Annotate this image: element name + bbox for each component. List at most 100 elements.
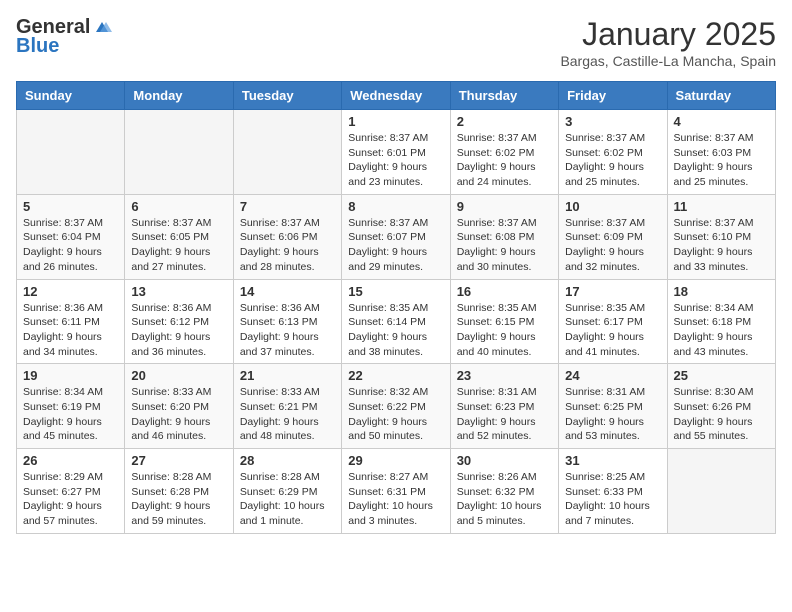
day-number: 11: [674, 199, 769, 214]
day-info: Sunrise: 8:28 AM Sunset: 6:29 PM Dayligh…: [240, 470, 335, 529]
day-cell: 8Sunrise: 8:37 AM Sunset: 6:07 PM Daylig…: [342, 194, 450, 279]
day-number: 16: [457, 284, 552, 299]
day-info: Sunrise: 8:37 AM Sunset: 6:05 PM Dayligh…: [131, 216, 226, 275]
day-number: 3: [565, 114, 660, 129]
day-info: Sunrise: 8:33 AM Sunset: 6:21 PM Dayligh…: [240, 385, 335, 444]
day-cell: [667, 449, 775, 534]
week-row-4: 19Sunrise: 8:34 AM Sunset: 6:19 PM Dayli…: [17, 364, 776, 449]
day-cell: [125, 110, 233, 195]
day-cell: 6 Sunrise: 8:37 AM Sunset: 6:05 PM Daylig…: [125, 194, 233, 279]
day-cell: 22Sunrise: 8:32 AM Sunset: 6:22 PM Dayli…: [342, 364, 450, 449]
weekday-header-thursday: Thursday: [450, 82, 558, 110]
day-info: Sunrise: 8:28 AM Sunset: 6:28 PM Dayligh…: [131, 470, 226, 529]
day-cell: [233, 110, 341, 195]
day-number: 18: [674, 284, 769, 299]
day-info: Sunrise: 8:35 AM Sunset: 6:17 PM Dayligh…: [565, 301, 660, 360]
day-cell: 14Sunrise: 8:36 AM Sunset: 6:13 PM Dayli…: [233, 279, 341, 364]
day-number: 20: [131, 368, 226, 383]
day-info: Sunrise: 8:27 AM Sunset: 6:31 PM Dayligh…: [348, 470, 443, 529]
day-number: 28: [240, 453, 335, 468]
day-number: 27: [131, 453, 226, 468]
day-number: 10: [565, 199, 660, 214]
day-cell: 29 Sunrise: 8:27 AM Sunset: 6:31 PM Dayli…: [342, 449, 450, 534]
day-cell: 17 Sunrise: 8:35 AM Sunset: 6:17 PM Dayli…: [559, 279, 667, 364]
page-header: General Blue January 2025 Bargas, Castil…: [16, 16, 776, 69]
day-number: 2: [457, 114, 552, 129]
day-number: 30: [457, 453, 552, 468]
day-cell: 7Sunrise: 8:37 AM Sunset: 6:06 PM Daylig…: [233, 194, 341, 279]
day-cell: 31 Sunrise: 8:25 AM Sunset: 6:33 PM Dayli…: [559, 449, 667, 534]
day-cell: 25 Sunrise: 8:30 AM Sunset: 6:26 PM Dayli…: [667, 364, 775, 449]
day-number: 25: [674, 368, 769, 383]
weekday-header-row: SundayMondayTuesdayWednesdayThursdayFrid…: [17, 82, 776, 110]
day-info: Sunrise: 8:37 AM Sunset: 6:02 PM Dayligh…: [457, 131, 552, 190]
day-cell: 4 Sunrise: 8:37 AM Sunset: 6:03 PM Daylig…: [667, 110, 775, 195]
day-number: 21: [240, 368, 335, 383]
day-number: 24: [565, 368, 660, 383]
day-info: Sunrise: 8:36 AM Sunset: 6:12 PM Dayligh…: [131, 301, 226, 360]
day-info: Sunrise: 8:25 AM Sunset: 6:33 PM Dayligh…: [565, 470, 660, 529]
day-cell: 10Sunrise: 8:37 AM Sunset: 6:09 PM Dayli…: [559, 194, 667, 279]
day-info: Sunrise: 8:37 AM Sunset: 6:10 PM Dayligh…: [674, 216, 769, 275]
day-info: Sunrise: 8:35 AM Sunset: 6:15 PM Dayligh…: [457, 301, 552, 360]
logo-blue: Blue: [16, 35, 59, 58]
week-row-5: 26Sunrise: 8:29 AM Sunset: 6:27 PM Dayli…: [17, 449, 776, 534]
day-number: 29: [348, 453, 443, 468]
day-number: 13: [131, 284, 226, 299]
day-number: 15: [348, 284, 443, 299]
day-cell: 30 Sunrise: 8:26 AM Sunset: 6:32 PM Dayli…: [450, 449, 558, 534]
week-row-3: 12 Sunrise: 8:36 AM Sunset: 6:11 PM Dayli…: [17, 279, 776, 364]
day-info: Sunrise: 8:36 AM Sunset: 6:13 PM Dayligh…: [240, 301, 335, 360]
day-cell: 20 Sunrise: 8:33 AM Sunset: 6:20 PM Dayli…: [125, 364, 233, 449]
day-info: Sunrise: 8:33 AM Sunset: 6:20 PM Dayligh…: [131, 385, 226, 444]
logo: General Blue: [16, 16, 112, 58]
day-number: 12: [23, 284, 118, 299]
day-info: Sunrise: 8:32 AM Sunset: 6:22 PM Dayligh…: [348, 385, 443, 444]
day-number: 4: [674, 114, 769, 129]
day-number: 6: [131, 199, 226, 214]
day-cell: 23Sunrise: 8:31 AM Sunset: 6:23 PM Dayli…: [450, 364, 558, 449]
day-info: Sunrise: 8:36 AM Sunset: 6:11 PM Dayligh…: [23, 301, 118, 360]
day-info: Sunrise: 8:34 AM Sunset: 6:19 PM Dayligh…: [23, 385, 118, 444]
day-cell: 2 Sunrise: 8:37 AM Sunset: 6:02 PM Daylig…: [450, 110, 558, 195]
weekday-header-sunday: Sunday: [17, 82, 125, 110]
day-cell: 1 Sunrise: 8:37 AM Sunset: 6:01 PM Daylig…: [342, 110, 450, 195]
weekday-header-monday: Monday: [125, 82, 233, 110]
day-cell: 11 Sunrise: 8:37 AM Sunset: 6:10 PM Dayli…: [667, 194, 775, 279]
day-info: Sunrise: 8:31 AM Sunset: 6:23 PM Dayligh…: [457, 385, 552, 444]
day-cell: 28 Sunrise: 8:28 AM Sunset: 6:29 PM Dayli…: [233, 449, 341, 534]
weekday-header-tuesday: Tuesday: [233, 82, 341, 110]
day-number: 1: [348, 114, 443, 129]
day-cell: 19Sunrise: 8:34 AM Sunset: 6:19 PM Dayli…: [17, 364, 125, 449]
day-number: 5: [23, 199, 118, 214]
day-info: Sunrise: 8:37 AM Sunset: 6:07 PM Dayligh…: [348, 216, 443, 275]
day-cell: 12 Sunrise: 8:36 AM Sunset: 6:11 PM Dayli…: [17, 279, 125, 364]
day-number: 9: [457, 199, 552, 214]
day-cell: 24Sunrise: 8:31 AM Sunset: 6:25 PM Dayli…: [559, 364, 667, 449]
day-number: 17: [565, 284, 660, 299]
day-cell: [17, 110, 125, 195]
day-info: Sunrise: 8:34 AM Sunset: 6:18 PM Dayligh…: [674, 301, 769, 360]
day-cell: 26Sunrise: 8:29 AM Sunset: 6:27 PM Dayli…: [17, 449, 125, 534]
day-number: 7: [240, 199, 335, 214]
day-info: Sunrise: 8:37 AM Sunset: 6:04 PM Dayligh…: [23, 216, 118, 275]
calendar-table: SundayMondayTuesdayWednesdayThursdayFrid…: [16, 81, 776, 534]
day-info: Sunrise: 8:30 AM Sunset: 6:26 PM Dayligh…: [674, 385, 769, 444]
day-info: Sunrise: 8:37 AM Sunset: 6:01 PM Dayligh…: [348, 131, 443, 190]
day-info: Sunrise: 8:37 AM Sunset: 6:03 PM Dayligh…: [674, 131, 769, 190]
weekday-header-saturday: Saturday: [667, 82, 775, 110]
day-cell: 21 Sunrise: 8:33 AM Sunset: 6:21 PM Dayli…: [233, 364, 341, 449]
day-number: 31: [565, 453, 660, 468]
weekday-header-friday: Friday: [559, 82, 667, 110]
day-cell: 3Sunrise: 8:37 AM Sunset: 6:02 PM Daylig…: [559, 110, 667, 195]
day-cell: 13 Sunrise: 8:36 AM Sunset: 6:12 PM Dayli…: [125, 279, 233, 364]
weekday-header-wednesday: Wednesday: [342, 82, 450, 110]
day-cell: 16 Sunrise: 8:35 AM Sunset: 6:15 PM Dayli…: [450, 279, 558, 364]
week-row-1: 1 Sunrise: 8:37 AM Sunset: 6:01 PM Daylig…: [17, 110, 776, 195]
day-cell: 18 Sunrise: 8:34 AM Sunset: 6:18 PM Dayli…: [667, 279, 775, 364]
day-info: Sunrise: 8:37 AM Sunset: 6:08 PM Dayligh…: [457, 216, 552, 275]
day-cell: 9 Sunrise: 8:37 AM Sunset: 6:08 PM Daylig…: [450, 194, 558, 279]
day-number: 26: [23, 453, 118, 468]
month-title: January 2025: [560, 16, 776, 53]
day-info: Sunrise: 8:26 AM Sunset: 6:32 PM Dayligh…: [457, 470, 552, 529]
